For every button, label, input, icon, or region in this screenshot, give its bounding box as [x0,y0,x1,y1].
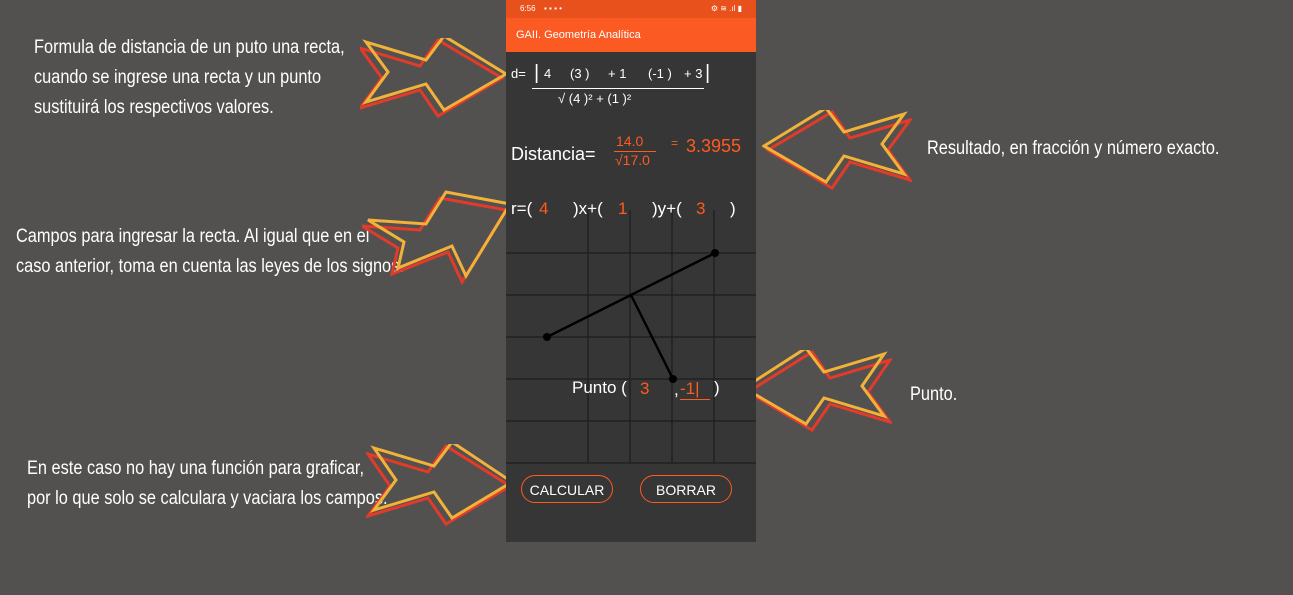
line-close: ) [730,199,736,218]
formula-a: 4 [544,66,552,81]
status-time: 6:56 [520,4,536,13]
distance-label: Distancia= [511,144,596,164]
formula-annotation-line: Formula de distancia de un puto una rect… [34,37,345,58]
line-y-label: )y+( [652,199,682,218]
formula-plus-c: + 3 [684,66,703,81]
fields-annotation-line: caso anterior, toma en cuenta las leyes … [16,256,404,277]
abs-bar-left: | [534,62,540,84]
formula-annotation: Formula de distancia de un puto una rect… [34,33,345,123]
status-bar: 6:56 ▪ ▪ ▪ • ⚙ ≋ .ıl ▮ [506,0,756,18]
line-endpoint [543,333,551,341]
line-coef-c-input[interactable]: 3 [696,199,730,219]
formula-prefix: d= [511,66,526,81]
point-annotation-line: Punto. [910,384,958,405]
notification-icons: ▪ ▪ ▪ • [544,4,562,13]
point-separator: , [674,380,679,399]
arrow-left-icon [744,350,892,433]
arrow-right-icon [360,38,509,119]
formula-annotation-line: cuando se ingrese una recta y un punto [34,67,322,88]
fields-annotation: Campos para ingresar la recta. Al igual … [16,222,404,282]
point-x-input[interactable]: 3 [640,379,672,399]
app-title: GAII. Geometría Analítica [516,29,641,41]
graph-annotation: En este caso no hay una función para gra… [27,454,388,514]
abs-bar-right: | [705,62,711,84]
line-prefix: r=( [511,199,533,218]
phone-screen: 6:56 ▪ ▪ ▪ • ⚙ ≋ .ıl ▮ GAII. Geometría A… [506,0,756,542]
line-coef-b-input[interactable]: 1 [618,199,652,219]
point-y-input[interactable]: -1| [680,379,710,400]
line-x-label: )x+( [573,199,603,218]
distance-fraction-denominator: √17.0 [615,152,650,168]
formula-denominator: √ (4 )² + (1 )² [558,91,632,106]
formula-plus-b: + 1 [608,66,627,81]
formula-y: (-1 ) [648,66,672,81]
point-label: Punto ( [572,378,627,397]
result-annotation-line: Resultado, en fracción y número exacto. [927,138,1220,159]
distance-equals: = [671,136,679,150]
result-annotation: Resultado, en fracción y número exacto. [927,134,1219,164]
distance-fraction-numerator: 14.0 [616,133,644,149]
status-right-icons: ⚙ ≋ .ıl ▮ [710,4,742,13]
line-endpoint [711,249,719,257]
graph-annotation-line: por lo que solo se calculara y vaciara l… [27,488,388,509]
fraction-line [532,88,704,89]
fields-annotation-line: Campos para ingresar la recta. Al igual … [16,226,370,247]
graph-annotation-line: En este caso no hay una función para gra… [27,458,365,479]
graph-grid [506,210,756,464]
calculate-button[interactable]: CALCULAR [521,475,613,503]
formula-annotation-line: sustituirá los respectivos valores. [34,97,274,118]
formula-x: (3 ) [570,66,590,81]
arrow-right-icon [362,190,512,286]
line-coef-a-input[interactable]: 4 [539,199,573,219]
clear-button[interactable]: BORRAR [640,475,732,503]
distance-value: 3.3955 [686,136,742,156]
point-close: ) [714,378,720,397]
point-annotation: Punto. [910,380,957,410]
arrow-right-icon [366,444,514,527]
arrow-left-icon [762,110,912,191]
app-bar: GAII. Geometría Analítica [506,18,756,52]
